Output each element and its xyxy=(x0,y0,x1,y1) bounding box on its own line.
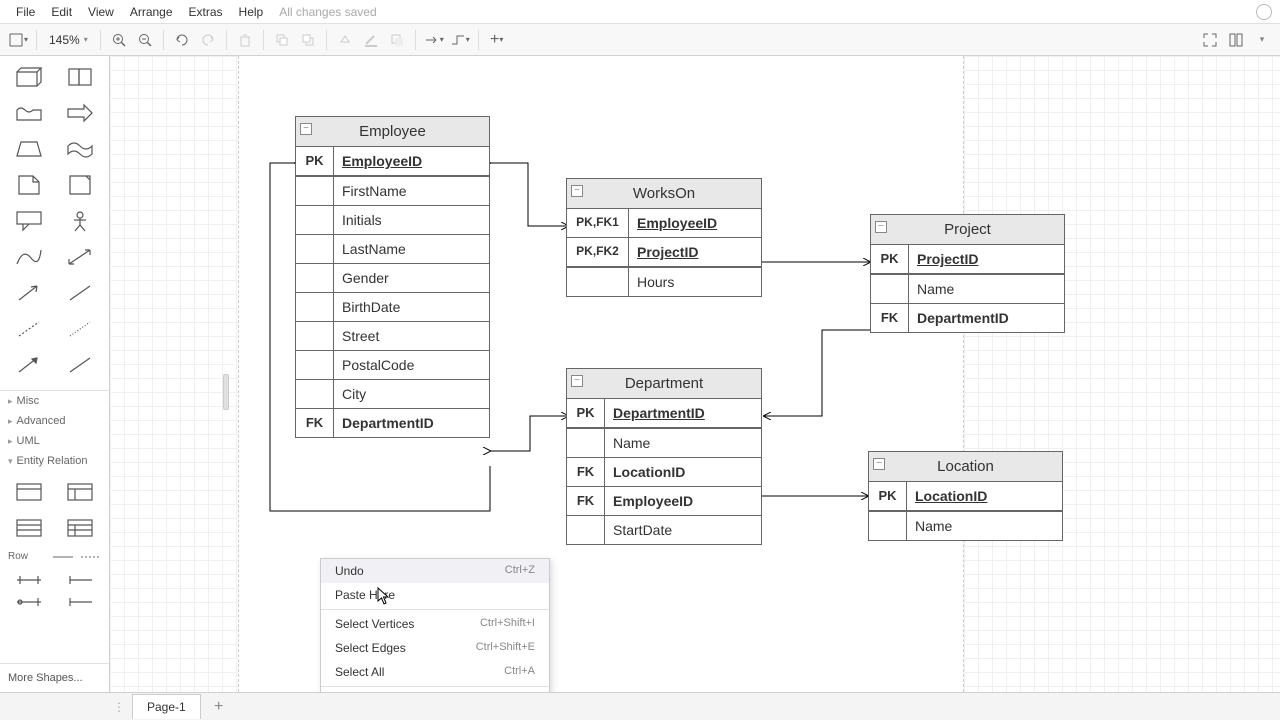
redo-icon[interactable] xyxy=(196,28,220,52)
shape-page[interactable] xyxy=(4,168,54,202)
undo-icon[interactable] xyxy=(170,28,194,52)
context-clear-style[interactable]: Clear Default StyleCtrl+Shift+R xyxy=(321,689,549,692)
sidebar-section-advanced[interactable]: ▸Advanced xyxy=(0,411,109,431)
er-shape-table4[interactable] xyxy=(56,511,106,545)
fill-icon[interactable] xyxy=(333,28,357,52)
menu-help[interactable]: Help xyxy=(231,1,272,23)
menu-edit[interactable]: Edit xyxy=(43,1,80,23)
view-dropdown[interactable]: ▾ xyxy=(6,28,30,52)
shape-line-thin[interactable] xyxy=(56,276,106,310)
sidebar: ▸Misc ▸Advanced ▸UML ▾Entity Relation Ro… xyxy=(0,56,110,692)
connection-dropdown[interactable]: ▾ xyxy=(422,28,446,52)
context-undo[interactable]: UndoCtrl+Z xyxy=(321,559,549,583)
insert-dropdown[interactable]: +▾ xyxy=(485,28,509,52)
menu-view[interactable]: View xyxy=(80,1,122,23)
shape-cube[interactable] xyxy=(4,60,54,94)
collapse-icon[interactable]: ▾ xyxy=(1250,28,1274,52)
er-shape-table2[interactable] xyxy=(56,475,106,509)
entity-employee[interactable]: −Employee PKEmployeeID FirstName Initial… xyxy=(295,116,490,438)
zoom-value: 145% xyxy=(49,33,80,47)
collapse-icon[interactable]: − xyxy=(873,458,885,470)
collapse-icon[interactable]: − xyxy=(571,185,583,197)
zoom-in-icon[interactable] xyxy=(107,28,131,52)
shape-step[interactable] xyxy=(56,60,106,94)
shape-line-dashed[interactable] xyxy=(4,312,54,346)
toolbar: ▾ 145%▾ ▾ ▾ +▾ ▾ xyxy=(0,24,1280,56)
main-area: ▸Misc ▸Advanced ▸UML ▾Entity Relation Ro… xyxy=(0,56,1280,692)
er-row-shape-1[interactable] xyxy=(53,553,73,561)
sidebar-section-er[interactable]: ▾Entity Relation xyxy=(0,451,109,471)
shape-callout[interactable] xyxy=(4,204,54,238)
context-select-vertices[interactable]: Select VerticesCtrl+Shift+I xyxy=(321,612,549,636)
line-color-icon[interactable] xyxy=(359,28,383,52)
row-label: Row xyxy=(8,551,28,562)
context-select-all[interactable]: Select AllCtrl+A xyxy=(321,660,549,684)
tab-drag-handle[interactable]: ⋮ xyxy=(110,700,128,714)
er-shape-table1[interactable] xyxy=(4,475,54,509)
save-status: All changes saved xyxy=(271,1,384,23)
entity-workson[interactable]: −WorksOn PK,FK1EmployeeID PK,FK2ProjectI… xyxy=(566,178,762,297)
collapse-icon[interactable]: − xyxy=(300,123,312,135)
shape-arrow-up[interactable] xyxy=(4,276,54,310)
shape-actor[interactable] xyxy=(56,204,106,238)
format-icon[interactable] xyxy=(1224,28,1248,52)
context-paste-here[interactable]: Paste Here xyxy=(321,583,549,607)
tab-page-1[interactable]: Page-1 xyxy=(132,694,201,719)
add-tab-button[interactable]: + xyxy=(207,697,231,717)
shape-tape[interactable] xyxy=(4,96,54,130)
er-conn-2[interactable] xyxy=(56,570,106,590)
shape-connector[interactable] xyxy=(4,348,54,382)
er-shape-table3[interactable] xyxy=(4,511,54,545)
shape-wave[interactable] xyxy=(56,132,106,166)
shape-curve[interactable] xyxy=(4,240,54,274)
to-front-icon[interactable] xyxy=(270,28,294,52)
shape-card[interactable] xyxy=(56,168,106,202)
shape-arrow-bi[interactable] xyxy=(56,240,106,274)
delete-icon[interactable] xyxy=(233,28,257,52)
shape-line-dotted[interactable] xyxy=(56,312,106,346)
waypoint-dropdown[interactable]: ▾ xyxy=(448,28,472,52)
sidebar-section-uml[interactable]: ▸UML xyxy=(0,431,109,451)
shadow-icon[interactable] xyxy=(385,28,409,52)
sidebar-resize-handle[interactable] xyxy=(223,374,229,410)
entity-location[interactable]: −Location PKLocationID Name xyxy=(868,451,1063,541)
shape-line-plain[interactable] xyxy=(56,348,106,382)
zoom-out-icon[interactable] xyxy=(133,28,157,52)
sidebar-section-misc[interactable]: ▸Misc xyxy=(0,391,109,411)
entity-header[interactable]: −Department xyxy=(567,369,761,399)
er-row-shape-2[interactable] xyxy=(81,553,101,561)
tabbar: ⋮ Page-1 + xyxy=(0,692,1280,720)
entity-project[interactable]: −Project PKProjectID Name FKDepartmentID xyxy=(870,214,1065,333)
entity-header[interactable]: −Project xyxy=(871,215,1064,245)
er-conn-1[interactable] xyxy=(4,570,54,590)
shape-trapezoid[interactable] xyxy=(4,132,54,166)
shape-arrow[interactable] xyxy=(56,96,106,130)
canvas[interactable]: −Employee PKEmployeeID FirstName Initial… xyxy=(110,56,1280,692)
er-conn-4[interactable] xyxy=(56,592,106,612)
more-shapes-button[interactable]: More Shapes... xyxy=(0,663,109,692)
entity-header[interactable]: −WorksOn xyxy=(567,179,761,209)
entity-header[interactable]: −Employee xyxy=(296,117,489,147)
er-conn-3[interactable] xyxy=(4,592,54,612)
collapse-icon[interactable]: − xyxy=(875,221,887,233)
context-menu: UndoCtrl+Z Paste Here Select VerticesCtr… xyxy=(320,558,550,692)
menu-file[interactable]: File xyxy=(8,1,43,23)
collapse-icon[interactable]: − xyxy=(571,375,583,387)
entity-header[interactable]: −Location xyxy=(869,452,1062,482)
menu-arrange[interactable]: Arrange xyxy=(122,1,181,23)
fullscreen-icon[interactable] xyxy=(1198,28,1222,52)
entity-department[interactable]: −Department PKDepartmentID Name FKLocati… xyxy=(566,368,762,545)
globe-icon[interactable] xyxy=(1256,4,1272,20)
menu-extras[interactable]: Extras xyxy=(181,1,231,23)
menubar: File Edit View Arrange Extras Help All c… xyxy=(0,0,1280,24)
context-select-edges[interactable]: Select EdgesCtrl+Shift+E xyxy=(321,636,549,660)
zoom-dropdown[interactable]: 145%▾ xyxy=(43,31,94,49)
to-back-icon[interactable] xyxy=(296,28,320,52)
